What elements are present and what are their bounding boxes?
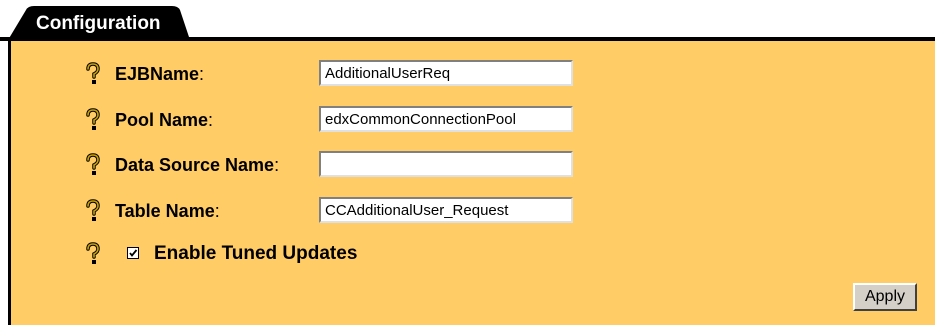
question-mark-icon[interactable]: [83, 62, 103, 86]
pool-name-label: Pool Name:: [115, 110, 214, 130]
question-mark-icon[interactable]: [83, 242, 103, 266]
ejbname-label: EJBName:: [115, 64, 205, 84]
enable-tuned-updates-checkbox[interactable]: [127, 247, 139, 259]
enable-tuned-updates-label: Enable Tuned Updates: [154, 243, 358, 264]
tab-strip: Configuration: [0, 0, 935, 41]
tab-configuration[interactable]: Configuration: [8, 6, 190, 40]
config-panel: EJBName: Pool Name: Da: [8, 41, 935, 325]
table-name-label: Table Name:: [115, 201, 220, 221]
question-mark-icon[interactable]: [83, 108, 103, 132]
apply-button[interactable]: Apply: [853, 283, 917, 311]
table-name-input[interactable]: [319, 197, 573, 223]
question-mark-icon[interactable]: [83, 153, 103, 177]
ejbname-input[interactable]: [319, 60, 573, 86]
field-row-pool-name: Pool Name:: [11, 106, 935, 136]
field-row-ejbname: EJBName:: [11, 60, 935, 90]
checkmark-icon: [129, 249, 138, 257]
tab-label: Configuration: [36, 13, 161, 34]
pool-name-input[interactable]: [319, 106, 573, 132]
data-source-name-label: Data Source Name:: [115, 155, 280, 175]
field-row-tuned-updates: Enable Tuned Updates: [11, 240, 935, 270]
configuration-frame: Configuration EJBName: AdditionalUserReq…: [0, 0, 935, 325]
question-mark-icon[interactable]: [83, 199, 103, 223]
data-source-name-input[interactable]: [319, 151, 573, 177]
field-row-table-name: Table Name:: [11, 197, 935, 227]
field-row-data-source-name: Data Source Name:: [11, 151, 935, 181]
